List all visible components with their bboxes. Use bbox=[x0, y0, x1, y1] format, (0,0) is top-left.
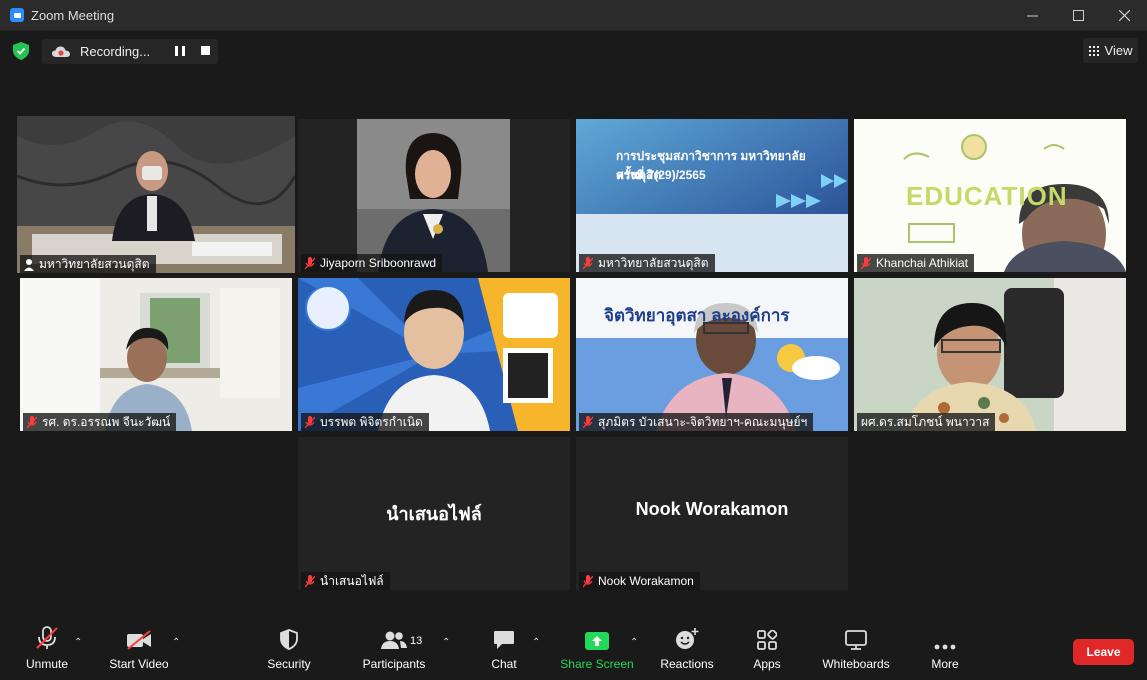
more-dots-icon bbox=[934, 644, 956, 650]
participant-video-8 bbox=[854, 278, 1126, 431]
shared-slide-preview bbox=[576, 119, 848, 272]
view-button[interactable]: View bbox=[1083, 38, 1138, 63]
unmute-button[interactable]: Unmute bbox=[22, 622, 72, 680]
view-label: View bbox=[1104, 43, 1133, 58]
recording-indicator: Recording... bbox=[42, 39, 218, 64]
minimize-button[interactable] bbox=[1009, 0, 1055, 31]
participant-name-tag: Nook Worakamon bbox=[579, 572, 700, 590]
participant-name-tag: บรรพต พิจิตรกำเนิด bbox=[301, 413, 429, 431]
participant-name-tag: รศ. ดร.อรรณพ จีนะวัฒน์ bbox=[23, 413, 177, 431]
video-tile-2[interactable]: Jiyaporn Sriboonrawd bbox=[298, 119, 570, 272]
leave-button[interactable]: Leave bbox=[1073, 639, 1134, 665]
mic-muted-icon bbox=[583, 574, 593, 587]
zoom-app-icon bbox=[10, 8, 24, 22]
encryption-shield-icon[interactable] bbox=[13, 42, 29, 60]
maximize-button[interactable] bbox=[1055, 0, 1101, 31]
mic-muted-icon bbox=[305, 574, 315, 587]
window-controls bbox=[1009, 0, 1147, 31]
pause-recording-button[interactable] bbox=[175, 46, 185, 56]
mic-muted-icon bbox=[27, 415, 37, 428]
participant-video-7 bbox=[576, 278, 848, 431]
title-bar: Zoom Meeting bbox=[0, 0, 1147, 31]
video-options-chevron-up-icon[interactable]: ⌃ bbox=[172, 637, 180, 648]
video-tile-8[interactable]: ผศ.ดร.สมโภชน์ พนาวาส bbox=[854, 278, 1126, 431]
participant-name-tag: Khanchai Athikiat bbox=[857, 254, 975, 272]
participant-name-tag: ผศ.ดร.สมโภชน์ พนาวาส bbox=[857, 413, 996, 431]
chat-button[interactable]: Chat bbox=[484, 622, 524, 680]
video-tile-6[interactable]: บรรพต พิจิตรกำเนิด bbox=[298, 278, 570, 431]
reactions-button[interactable]: Reactions bbox=[658, 622, 716, 680]
mic-muted-icon bbox=[861, 256, 871, 269]
grid-view-icon bbox=[1088, 45, 1099, 56]
chat-icon bbox=[494, 631, 514, 649]
whiteboards-button[interactable]: Whiteboards bbox=[818, 622, 894, 680]
video-tile-4[interactable]: EDUCATION Khanchai Athikiat bbox=[854, 119, 1126, 272]
participant-name-tag: Jiyaporn Sriboonrawd bbox=[301, 254, 443, 272]
chat-options-chevron-up-icon[interactable]: ⌃ bbox=[532, 637, 540, 648]
participant-video-5 bbox=[20, 278, 292, 431]
shield-icon bbox=[280, 629, 298, 650]
participant-video-6 bbox=[298, 278, 570, 431]
video-tile-10[interactable]: Nook Worakamon Nook Worakamon bbox=[576, 437, 848, 590]
video-off-icon bbox=[127, 630, 151, 650]
close-button[interactable] bbox=[1101, 0, 1147, 31]
share-options-chevron-up-icon[interactable]: ⌃ bbox=[630, 637, 638, 648]
meeting-toolbar: Unmute ⌃ Start Video ⌃ Security Particip… bbox=[0, 622, 1147, 680]
host-icon bbox=[24, 258, 34, 271]
participants-count-badge: 13 bbox=[410, 635, 423, 647]
start-video-button[interactable]: Start Video bbox=[106, 622, 172, 680]
minimize-icon bbox=[1026, 15, 1038, 17]
more-button[interactable]: More bbox=[926, 622, 964, 680]
participant-video-1 bbox=[17, 116, 295, 273]
cloud-recording-icon bbox=[52, 46, 70, 57]
participant-video-2 bbox=[357, 119, 510, 272]
slide-subtitle: ครั้งที่ 7(29)/2565 bbox=[616, 168, 706, 182]
video-tile-9[interactable]: นำเสนอไฟล์ นำเสนอไฟล์ bbox=[298, 437, 570, 590]
security-button[interactable]: Security bbox=[262, 622, 316, 680]
participant-name-tag: มหาวิทยาลัยสวนดุสิต bbox=[579, 254, 715, 272]
whiteboard-icon bbox=[845, 630, 867, 650]
participant-display-name: Nook Worakamon bbox=[635, 499, 789, 519]
share-screen-icon bbox=[585, 632, 609, 650]
maximize-icon bbox=[1072, 10, 1084, 21]
share-screen-button[interactable]: Share Screen bbox=[560, 622, 634, 680]
close-icon bbox=[1118, 10, 1130, 21]
stop-recording-button[interactable] bbox=[201, 46, 210, 55]
video-tile-7[interactable]: จิตวิทยาอุตสา ละองค์การ สุภมิตร บัวเสนาะ… bbox=[576, 278, 848, 431]
zoom-meeting-window: Zoom Meeting Recording... View มหาวิทยาล… bbox=[0, 0, 1147, 680]
recording-label: Recording... bbox=[80, 44, 151, 59]
participant-display-name: นำเสนอไฟล์ bbox=[386, 504, 482, 524]
participant-name-tag: มหาวิทยาลัยสวนดุสิต bbox=[20, 255, 156, 273]
video-tile-3[interactable]: การประชุมสภาวิชาการ มหาวิทยาลัยสวนดุสิต … bbox=[576, 119, 848, 272]
participant-name-tag: นำเสนอไฟล์ bbox=[301, 572, 390, 590]
slide-text: จิตวิทยาอุตสา ละองค์การ bbox=[604, 306, 790, 325]
mic-muted-icon bbox=[583, 256, 593, 269]
participant-name-tag: สุภมิตร บัวเสนาะ-จิตวิทยาฯ-คณะมนุษย์ฯ bbox=[579, 413, 814, 431]
participants-button[interactable]: Participants bbox=[360, 622, 428, 680]
reactions-icon bbox=[676, 628, 699, 649]
mic-muted-icon bbox=[36, 626, 58, 649]
mic-muted-icon bbox=[583, 415, 593, 428]
participants-options-chevron-up-icon[interactable]: ⌃ bbox=[442, 637, 450, 648]
participants-icon bbox=[381, 631, 407, 649]
mic-muted-icon bbox=[305, 415, 315, 428]
apps-button[interactable]: Apps bbox=[748, 622, 786, 680]
video-tile-5[interactable]: รศ. ดร.อรรณพ จีนะวัฒน์ bbox=[20, 278, 292, 431]
slide-text: EDUCATION bbox=[906, 181, 1068, 211]
video-tile-1[interactable]: มหาวิทยาลัยสวนดุสิต bbox=[17, 116, 295, 273]
mic-muted-icon bbox=[305, 256, 315, 269]
window-title: Zoom Meeting bbox=[31, 7, 115, 23]
apps-icon bbox=[757, 630, 777, 650]
audio-options-chevron-up-icon[interactable]: ⌃ bbox=[74, 637, 82, 648]
